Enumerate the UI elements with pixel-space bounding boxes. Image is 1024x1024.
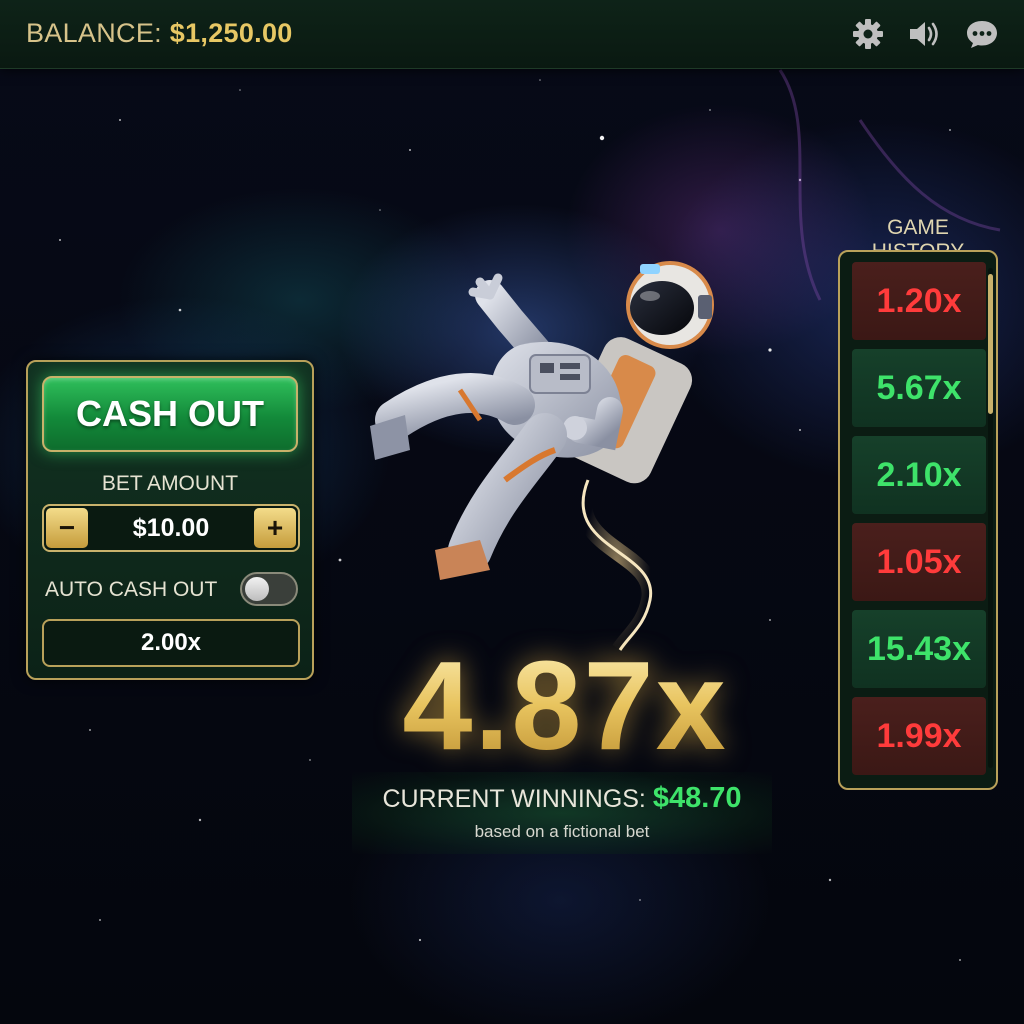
bet-decrease-button[interactable]: − bbox=[46, 508, 88, 548]
history-item[interactable]: 1.99x bbox=[852, 697, 986, 775]
history-scrollbar-thumb[interactable] bbox=[988, 274, 993, 414]
history-item[interactable]: 1.20x bbox=[852, 262, 986, 340]
bet-amount-stepper: − $10.00 + bbox=[42, 504, 300, 552]
history-item[interactable]: 5.67x bbox=[852, 349, 986, 427]
bet-amount-value[interactable]: $10.00 bbox=[92, 506, 250, 550]
speaker-icon[interactable] bbox=[906, 16, 942, 52]
cash-out-button[interactable]: CASH OUT bbox=[42, 376, 298, 452]
history-item[interactable]: 2.10x bbox=[852, 436, 986, 514]
bet-amount-label: BET AMOUNT bbox=[101, 472, 239, 495]
chat-icon[interactable] bbox=[964, 16, 1000, 52]
history-item[interactable]: 1.05x bbox=[852, 523, 986, 601]
gear-icon[interactable] bbox=[850, 16, 886, 52]
auto-cash-out-toggle[interactable] bbox=[240, 572, 298, 606]
auto-cash-out-label: AUTO CASH OUT bbox=[45, 578, 218, 601]
winnings-box: CURRENT WINNINGS: $48.70 based on a fict… bbox=[352, 772, 772, 854]
current-winnings-label: CURRENT WINNINGS: bbox=[382, 785, 646, 813]
current-winnings: CURRENT WINNINGS: $48.70 bbox=[352, 782, 772, 815]
bet-panel: CASH OUT BET AMOUNT − $10.00 + AUTO CASH… bbox=[26, 360, 314, 680]
auto-cash-out-input[interactable]: 2.00x bbox=[42, 619, 300, 667]
game-history-list[interactable]: 1.20x 5.67x 2.10x 1.05x 15.43x 1.99x bbox=[838, 250, 998, 790]
bet-increase-button[interactable]: + bbox=[254, 508, 296, 548]
astronaut-illustration bbox=[370, 261, 714, 656]
current-multiplier: 4.87x bbox=[330, 630, 800, 780]
balance-label: BALANCE: bbox=[26, 18, 162, 48]
current-winnings-value: $48.70 bbox=[652, 782, 742, 814]
balance-value: $1,250.00 bbox=[169, 18, 293, 48]
top-bar: BALANCE: $1,250.00 bbox=[0, 0, 1024, 69]
toggle-knob bbox=[245, 577, 269, 601]
history-item[interactable]: 15.43x bbox=[852, 610, 986, 688]
fictional-bet-note: based on a fictional bet bbox=[474, 822, 650, 841]
balance-display: BALANCE: $1,250.00 bbox=[26, 18, 293, 49]
game-screen: BALANCE: $1,250.00 CASH OUT BET AMOUNT −… bbox=[0, 0, 1024, 1024]
